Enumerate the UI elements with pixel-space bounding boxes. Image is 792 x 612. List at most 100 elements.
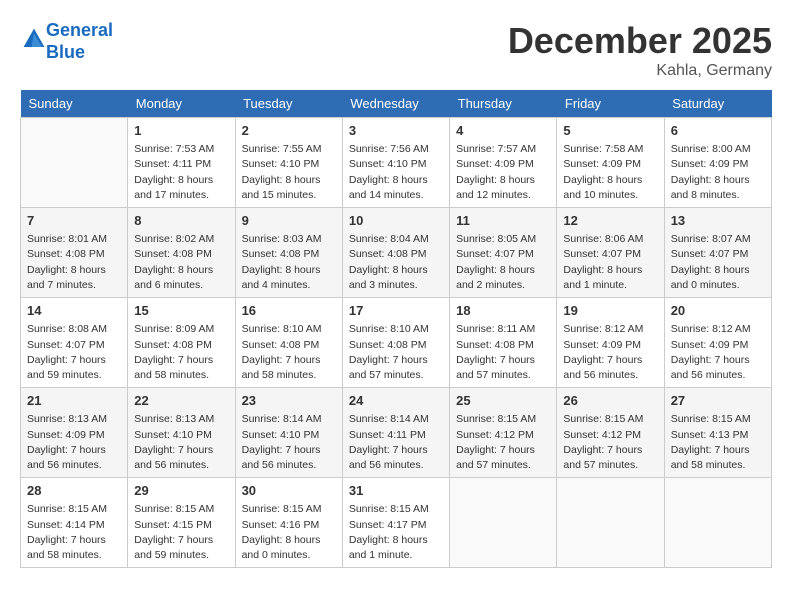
calendar-cell: 16 Sunrise: 8:10 AMSunset: 4:08 PMDayligh… [235, 298, 342, 388]
day-info: Sunrise: 8:00 AMSunset: 4:09 PMDaylight:… [671, 142, 765, 203]
calendar-cell: 1 Sunrise: 7:53 AMSunset: 4:11 PMDaylight… [128, 118, 235, 208]
calendar-cell: 26 Sunrise: 8:15 AMSunset: 4:12 PMDayligh… [557, 388, 664, 478]
calendar-cell: 6 Sunrise: 8:00 AMSunset: 4:09 PMDaylight… [664, 118, 771, 208]
day-info: Sunrise: 8:06 AMSunset: 4:07 PMDaylight:… [563, 232, 657, 293]
calendar-cell: 8 Sunrise: 8:02 AMSunset: 4:08 PMDaylight… [128, 208, 235, 298]
day-number: 26 [563, 392, 657, 410]
day-number: 10 [349, 212, 443, 230]
weekday-header: Sunday [21, 90, 128, 118]
day-number: 25 [456, 392, 550, 410]
day-info: Sunrise: 8:15 AMSunset: 4:17 PMDaylight:… [349, 502, 443, 563]
day-number: 27 [671, 392, 765, 410]
day-number: 17 [349, 302, 443, 320]
day-number: 9 [242, 212, 336, 230]
day-info: Sunrise: 8:15 AMSunset: 4:15 PMDaylight:… [134, 502, 228, 563]
month-title: December 2025 [508, 20, 772, 62]
day-info: Sunrise: 8:15 AMSunset: 4:12 PMDaylight:… [456, 412, 550, 473]
title-block: December 2025 Kahla, Germany [508, 20, 772, 80]
day-info: Sunrise: 8:15 AMSunset: 4:16 PMDaylight:… [242, 502, 336, 563]
day-info: Sunrise: 8:10 AMSunset: 4:08 PMDaylight:… [242, 322, 336, 383]
weekday-header: Saturday [664, 90, 771, 118]
day-info: Sunrise: 8:03 AMSunset: 4:08 PMDaylight:… [242, 232, 336, 293]
day-info: Sunrise: 7:58 AMSunset: 4:09 PMDaylight:… [563, 142, 657, 203]
calendar-week-row: 7 Sunrise: 8:01 AMSunset: 4:08 PMDaylight… [21, 208, 772, 298]
calendar-cell: 22 Sunrise: 8:13 AMSunset: 4:10 PMDayligh… [128, 388, 235, 478]
day-info: Sunrise: 8:13 AMSunset: 4:10 PMDaylight:… [134, 412, 228, 473]
day-number: 21 [27, 392, 121, 410]
calendar-table: SundayMondayTuesdayWednesdayThursdayFrid… [20, 90, 772, 568]
calendar-cell: 13 Sunrise: 8:07 AMSunset: 4:07 PMDayligh… [664, 208, 771, 298]
day-number: 19 [563, 302, 657, 320]
calendar-cell: 24Sunrise: 8:14 AMSunset: 4:11 PMDayligh… [342, 388, 449, 478]
logo-icon [22, 27, 46, 51]
location: Kahla, Germany [508, 62, 772, 80]
day-info: Sunrise: 8:13 AMSunset: 4:09 PMDaylight:… [27, 412, 121, 473]
calendar-cell: 12 Sunrise: 8:06 AMSunset: 4:07 PMDayligh… [557, 208, 664, 298]
day-info: Sunrise: 8:07 AMSunset: 4:07 PMDaylight:… [671, 232, 765, 293]
day-number: 12 [563, 212, 657, 230]
calendar-week-row: 14 Sunrise: 8:08 AMSunset: 4:07 PMDayligh… [21, 298, 772, 388]
day-number: 22 [134, 392, 228, 410]
logo-text: General Blue [46, 20, 113, 63]
calendar-cell: 4Sunrise: 7:57 AMSunset: 4:09 PMDaylight… [450, 118, 557, 208]
day-number: 28 [27, 482, 121, 500]
day-info: Sunrise: 8:12 AMSunset: 4:09 PMDaylight:… [563, 322, 657, 383]
day-info: Sunrise: 8:12 AMSunset: 4:09 PMDaylight:… [671, 322, 765, 383]
day-number: 20 [671, 302, 765, 320]
day-number: 23 [242, 392, 336, 410]
calendar-cell: 15 Sunrise: 8:09 AMSunset: 4:08 PMDayligh… [128, 298, 235, 388]
calendar-cell: 17 Sunrise: 8:10 AMSunset: 4:08 PMDayligh… [342, 298, 449, 388]
weekday-header: Wednesday [342, 90, 449, 118]
day-info: Sunrise: 8:09 AMSunset: 4:08 PMDaylight:… [134, 322, 228, 383]
calendar-week-row: 28Sunrise: 8:15 AMSunset: 4:14 PMDayligh… [21, 478, 772, 568]
calendar-week-row: 1 Sunrise: 7:53 AMSunset: 4:11 PMDaylight… [21, 118, 772, 208]
calendar-cell: 29Sunrise: 8:15 AMSunset: 4:15 PMDayligh… [128, 478, 235, 568]
calendar-cell: 27 Sunrise: 8:15 AMSunset: 4:13 PMDayligh… [664, 388, 771, 478]
calendar-cell: 11Sunrise: 8:05 AMSunset: 4:07 PMDayligh… [450, 208, 557, 298]
calendar-cell [450, 478, 557, 568]
day-number: 2 [242, 122, 336, 140]
day-number: 24 [349, 392, 443, 410]
calendar-cell: 3 Sunrise: 7:56 AMSunset: 4:10 PMDaylight… [342, 118, 449, 208]
calendar-cell: 28Sunrise: 8:15 AMSunset: 4:14 PMDayligh… [21, 478, 128, 568]
day-number: 3 [349, 122, 443, 140]
weekday-header: Monday [128, 90, 235, 118]
day-number: 6 [671, 122, 765, 140]
day-info: Sunrise: 8:02 AMSunset: 4:08 PMDaylight:… [134, 232, 228, 293]
day-number: 15 [134, 302, 228, 320]
day-info: Sunrise: 8:05 AMSunset: 4:07 PMDaylight:… [456, 232, 550, 293]
day-info: Sunrise: 8:08 AMSunset: 4:07 PMDaylight:… [27, 322, 121, 383]
calendar-cell [557, 478, 664, 568]
day-info: Sunrise: 7:55 AMSunset: 4:10 PMDaylight:… [242, 142, 336, 203]
weekday-header: Friday [557, 90, 664, 118]
day-info: Sunrise: 8:15 AMSunset: 4:13 PMDaylight:… [671, 412, 765, 473]
day-info: Sunrise: 7:56 AMSunset: 4:10 PMDaylight:… [349, 142, 443, 203]
day-info: Sunrise: 8:14 AMSunset: 4:10 PMDaylight:… [242, 412, 336, 473]
day-number: 1 [134, 122, 228, 140]
weekday-header: Tuesday [235, 90, 342, 118]
calendar-cell: 23 Sunrise: 8:14 AMSunset: 4:10 PMDayligh… [235, 388, 342, 478]
calendar-cell: 14 Sunrise: 8:08 AMSunset: 4:07 PMDayligh… [21, 298, 128, 388]
day-info: Sunrise: 8:01 AMSunset: 4:08 PMDaylight:… [27, 232, 121, 293]
calendar-cell: 25 Sunrise: 8:15 AMSunset: 4:12 PMDayligh… [450, 388, 557, 478]
day-number: 30 [242, 482, 336, 500]
calendar-cell: 7 Sunrise: 8:01 AMSunset: 4:08 PMDaylight… [21, 208, 128, 298]
day-number: 13 [671, 212, 765, 230]
day-number: 14 [27, 302, 121, 320]
calendar-cell: 19 Sunrise: 8:12 AMSunset: 4:09 PMDayligh… [557, 298, 664, 388]
calendar-cell [664, 478, 771, 568]
day-number: 16 [242, 302, 336, 320]
day-info: Sunrise: 8:11 AMSunset: 4:08 PMDaylight:… [456, 322, 550, 383]
calendar-cell: 10Sunrise: 8:04 AMSunset: 4:08 PMDayligh… [342, 208, 449, 298]
day-number: 7 [27, 212, 121, 230]
calendar-cell: 31Sunrise: 8:15 AMSunset: 4:17 PMDayligh… [342, 478, 449, 568]
day-number: 5 [563, 122, 657, 140]
day-info: Sunrise: 7:57 AMSunset: 4:09 PMDaylight:… [456, 142, 550, 203]
calendar-cell: 5 Sunrise: 7:58 AMSunset: 4:09 PMDaylight… [557, 118, 664, 208]
day-info: Sunrise: 8:15 AMSunset: 4:12 PMDaylight:… [563, 412, 657, 473]
logo: General Blue [20, 20, 113, 63]
day-number: 8 [134, 212, 228, 230]
day-info: Sunrise: 8:10 AMSunset: 4:08 PMDaylight:… [349, 322, 443, 383]
day-info: Sunrise: 7:53 AMSunset: 4:11 PMDaylight:… [134, 142, 228, 203]
calendar-cell: 2 Sunrise: 7:55 AMSunset: 4:10 PMDaylight… [235, 118, 342, 208]
